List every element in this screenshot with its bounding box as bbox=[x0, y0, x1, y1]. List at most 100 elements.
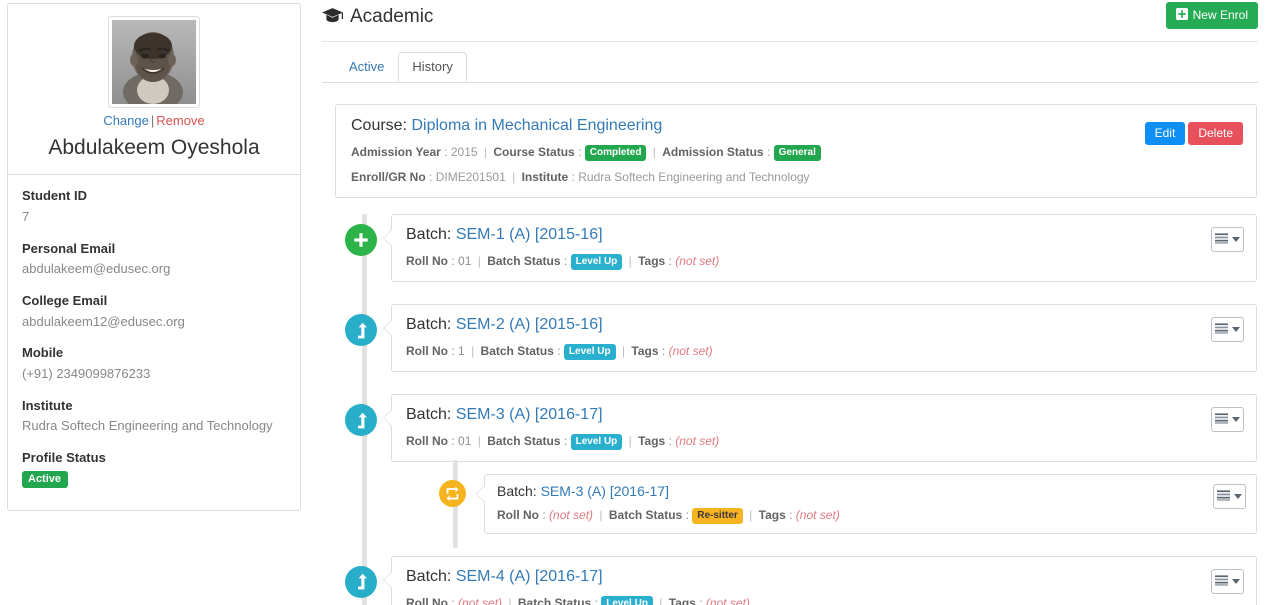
batch-prefix-label: Batch: bbox=[406, 226, 452, 244]
tags-label: Tags bbox=[638, 434, 666, 449]
batch-name-link[interactable]: SEM-1 (A) [2015-16] bbox=[456, 226, 603, 243]
batch-name-link[interactable]: SEM-2 (A) [2015-16] bbox=[456, 316, 603, 333]
profile-field: College Email abdulakeem12@edusec.org bbox=[22, 292, 286, 331]
separator: | bbox=[652, 145, 656, 160]
list-menu-icon bbox=[1217, 489, 1230, 504]
batch-prefix-label: Batch: bbox=[406, 406, 452, 424]
batch-meta: Roll No : 01 | Batch Status : Level Up |… bbox=[406, 432, 1243, 451]
new-enrol-button[interactable]: New Enrol bbox=[1165, 2, 1258, 29]
course-actions: Edit Delete bbox=[1144, 121, 1243, 145]
roll-no-value: (not set) bbox=[458, 595, 503, 605]
separator: | bbox=[749, 507, 753, 522]
chevron-down-icon bbox=[1234, 494, 1242, 500]
tags-value: (not set) bbox=[795, 507, 840, 522]
institute-value: Rudra Softech Engineering and Technology bbox=[578, 170, 810, 185]
colon: : bbox=[542, 507, 546, 522]
row-menu-button[interactable] bbox=[1211, 407, 1244, 433]
batch-status-badge: Level Up bbox=[570, 434, 623, 451]
colon: : bbox=[668, 254, 672, 269]
profile-field-label: College Email bbox=[22, 292, 108, 308]
tags-label: Tags bbox=[638, 254, 666, 269]
chevron-down-icon bbox=[1232, 417, 1240, 423]
batch-status-badge: Level Up bbox=[601, 595, 653, 605]
colon: : bbox=[451, 344, 455, 359]
enroll-no-label: Enroll/GR No bbox=[351, 170, 426, 185]
change-photo-link[interactable]: Change bbox=[103, 113, 149, 128]
colon: : bbox=[563, 434, 568, 449]
avatar-actions: Change | Remove bbox=[18, 113, 290, 128]
level-up-icon bbox=[345, 404, 377, 437]
batch-name-link[interactable]: SEM-4 (A) [2016-17] bbox=[456, 568, 603, 585]
batch-prefix-label: Batch: bbox=[406, 567, 452, 585]
batch-name-link[interactable]: SEM-3 (A) [2016-17] bbox=[456, 406, 603, 423]
course-name-link[interactable]: Diploma in Mechanical Engineering bbox=[411, 117, 662, 134]
batch-status-label: Batch Status bbox=[487, 434, 561, 449]
course-prefix-label: Course: bbox=[351, 116, 408, 134]
row-menu-button[interactable] bbox=[1211, 568, 1244, 594]
batch-title-row: Batch: SEM-1 (A) [2015-16] bbox=[406, 225, 1243, 245]
batch-panel: Batch: SEM-3 (A) [2016-17] Roll No : 01 |… bbox=[383, 394, 1257, 463]
roll-no-value: 01 bbox=[458, 434, 472, 449]
batch-title-row: Batch: SEM-3 (A) [2016-17] bbox=[497, 483, 1244, 501]
colon: : bbox=[661, 344, 666, 359]
tags-value: (not set) bbox=[668, 344, 713, 359]
batch-status-badge: Re-sitter bbox=[692, 507, 743, 524]
colon: : bbox=[578, 145, 582, 160]
remove-photo-link[interactable]: Remove bbox=[156, 113, 204, 128]
plus-icon bbox=[345, 224, 377, 257]
tags-value: (not set) bbox=[675, 434, 720, 449]
batch-meta: Roll No : 1 | Batch Status : Level Up | … bbox=[406, 342, 1243, 361]
new-enrol-label: New Enrol bbox=[1192, 8, 1248, 22]
level-up-icon bbox=[345, 565, 377, 598]
profile-field: Mobile (+91) 2349099876233 bbox=[22, 344, 286, 383]
graduation-cap-icon bbox=[322, 7, 343, 32]
separator: | bbox=[628, 434, 632, 449]
chevron-down-icon bbox=[1232, 327, 1240, 333]
page-title: Academic bbox=[322, 5, 433, 32]
profile-field: Profile Status Active bbox=[22, 449, 286, 488]
level-up-icon bbox=[345, 314, 377, 347]
roll-no-value: 1 bbox=[458, 344, 465, 359]
timeline-item: Batch: SEM-3 (A) [2016-17] Roll No : 01 |… bbox=[335, 394, 1258, 548]
admission-status-badge: General bbox=[773, 145, 821, 162]
repeat-icon bbox=[439, 480, 466, 508]
course-panel: Course: Diploma in Mechanical Engineerin… bbox=[335, 103, 1257, 199]
batch-status-label: Batch Status bbox=[517, 595, 592, 605]
colon: : bbox=[444, 145, 448, 160]
course-meta-line-1: Admission Year : 2015 | Course Status : … bbox=[351, 143, 1243, 162]
edit-button[interactable]: Edit bbox=[1144, 121, 1186, 145]
separator: | bbox=[512, 170, 516, 185]
list-menu-icon bbox=[1215, 412, 1228, 427]
profile-card: Change | Remove Abdulakeem Oyeshola Studen… bbox=[7, 3, 301, 511]
batch-name-link[interactable]: SEM-3 (A) [2016-17] bbox=[541, 483, 669, 499]
batch-title-row: Batch: SEM-3 (A) [2016-17] bbox=[406, 405, 1243, 425]
batch-timeline: Batch: SEM-1 (A) [2015-16] Roll No : 01 |… bbox=[335, 214, 1258, 605]
course-status-label: Course Status bbox=[493, 145, 575, 160]
page-root: Change | Remove Abdulakeem Oyeshola Studen… bbox=[0, 0, 1266, 605]
student-name: Abdulakeem Oyeshola bbox=[48, 136, 260, 159]
profile-status-badge: Active bbox=[22, 470, 69, 488]
profile-header: Change | Remove Abdulakeem Oyeshola bbox=[8, 4, 300, 174]
separator: | bbox=[599, 507, 603, 522]
enroll-no-value: DIME201501 bbox=[435, 170, 506, 185]
tab-active[interactable]: Active bbox=[335, 52, 398, 82]
tab-history[interactable]: History bbox=[398, 51, 467, 82]
roll-no-value: 01 bbox=[458, 254, 472, 269]
delete-button[interactable]: Delete bbox=[1188, 121, 1243, 145]
batch-meta: Roll No : 01 | Batch Status : Level Up |… bbox=[406, 252, 1243, 271]
list-menu-icon bbox=[1215, 232, 1228, 247]
roll-no-label: Roll No bbox=[406, 344, 448, 359]
course-meta-line-2: Enroll/GR No : DIME201501 | Institute : … bbox=[351, 168, 1243, 186]
row-menu-button[interactable] bbox=[1211, 317, 1244, 343]
row-menu-button[interactable] bbox=[1211, 227, 1244, 253]
roll-no-value: (not set) bbox=[549, 507, 594, 522]
timeline-sub-item: Batch: SEM-3 (A) [2016-17] Roll No : (not… bbox=[436, 460, 1258, 548]
profile-fields: Student ID 7 Personal Email abdulakeem@edus… bbox=[8, 175, 300, 510]
admission-year-value: 2015 bbox=[450, 145, 478, 160]
separator: | bbox=[621, 344, 626, 359]
batch-panel: Batch: SEM-1 (A) [2015-16] Roll No : 01 |… bbox=[383, 214, 1257, 283]
colon: : bbox=[789, 507, 793, 522]
row-menu-button-sub[interactable] bbox=[1213, 484, 1246, 510]
page-header: Academic New Enrol bbox=[322, 0, 1258, 42]
course-title-row: Course: Diploma in Mechanical Engineerin… bbox=[351, 116, 1243, 137]
